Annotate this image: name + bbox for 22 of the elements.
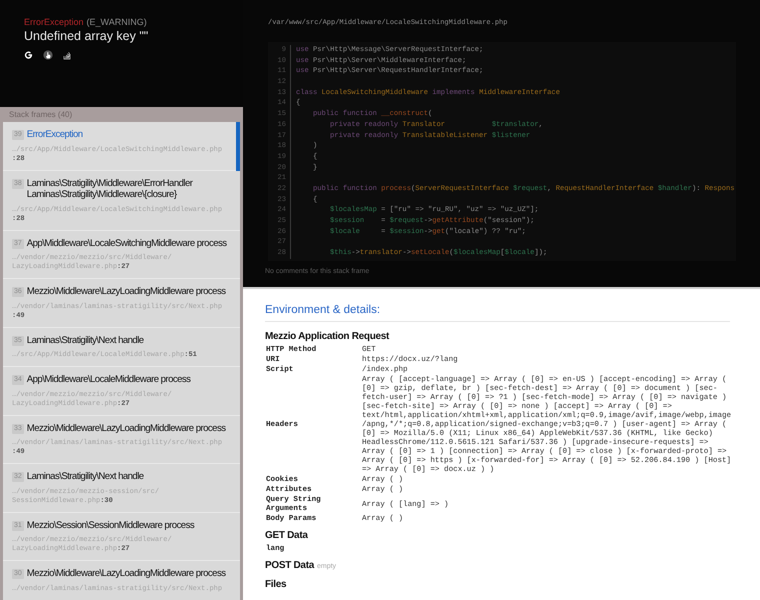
frame-title: Laminas\Stratigility\Next handle	[26, 471, 144, 482]
stack-icon[interactable]	[63, 50, 71, 60]
frame-title: Mezzio\Middleware\LazyLoadingMiddleware process	[26, 422, 226, 434]
pointer-hand-icon[interactable]	[43, 50, 53, 60]
exception-class: ErrorException	[24, 16, 84, 28]
error-message: Undefined array key ""	[24, 28, 150, 44]
stack-frames-header: Stack frames (40)	[8, 109, 74, 121]
frame-title: Laminas\Stratigility\Middleware\ErrorHandler Laminas\Stratigility\Middleware\{closure}	[26, 178, 194, 200]
frame-title: Mezzio\Session\SessionMiddleware process	[26, 520, 194, 531]
section-heading: Environment & details:	[265, 303, 382, 317]
section-title: Mezzio Application Request	[265, 330, 390, 343]
section-title: GET Data	[265, 529, 308, 542]
frame-title: Mezzio\Middleware\LazyLoadingMiddleware process	[26, 286, 226, 298]
frame-title: App\Middleware\LocaleSwitchingMiddleware process	[26, 238, 226, 249]
frame-title: App\Middleware\LocaleMiddleware process	[26, 374, 190, 386]
frame-title: Laminas\Stratigility\Next handle	[26, 334, 144, 346]
error-type: (E_WARNING)	[86, 16, 147, 28]
frame-title: Mezzio\Middleware\LazyLoadingMiddleware process	[26, 568, 226, 580]
frame-title: ErrorException	[26, 129, 83, 140]
section-title: Files	[265, 578, 286, 590]
google-search-icon[interactable]	[24, 50, 33, 60]
section-title: POST Data	[265, 559, 314, 572]
